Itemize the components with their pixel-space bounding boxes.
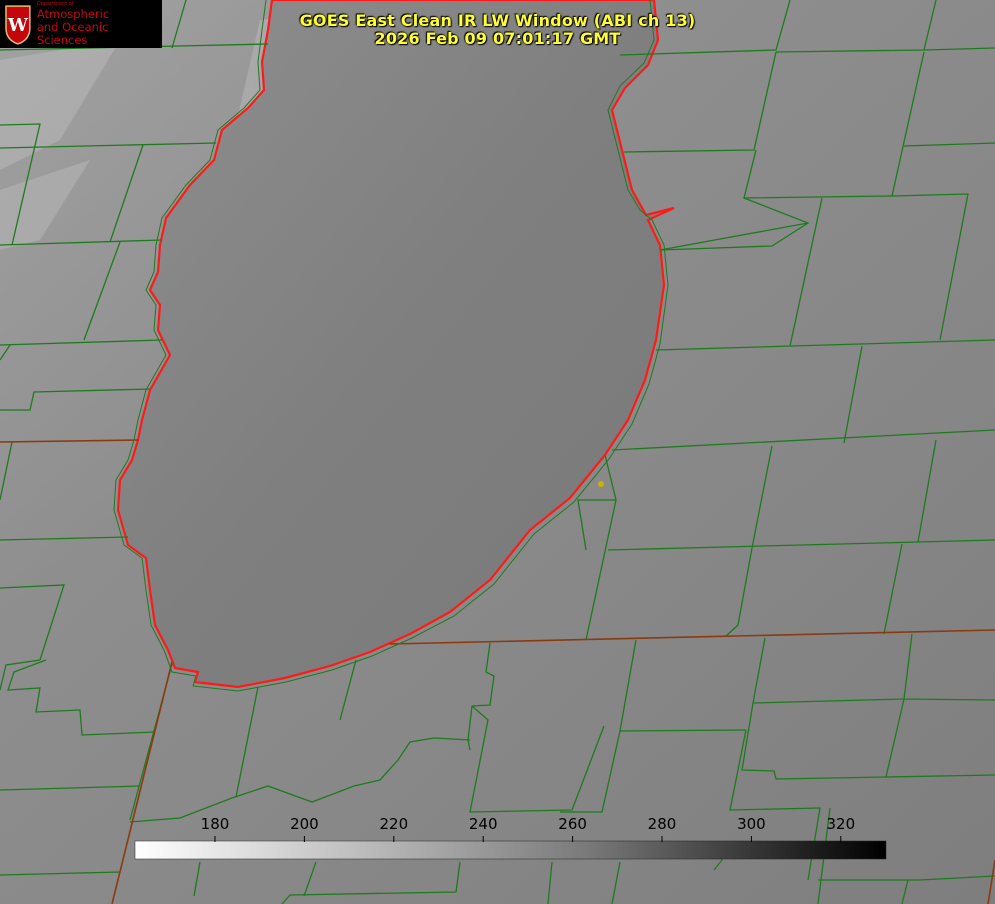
map-title: GOES East Clean IR LW Window (ABI ch 13) [299,11,696,30]
colorbar-tick-label: 320 [826,815,856,833]
city-marker [598,481,604,487]
colorbar-tick-label: 180 [200,815,230,833]
colorbar-tick-label: 300 [737,815,766,833]
colorbar-tick-label: 240 [468,815,498,833]
map-canvas [0,0,995,904]
colorbar [134,840,887,860]
colorbar-tick-label: 280 [647,815,677,833]
colorbar-tick-label: 260 [558,815,587,833]
map-timestamp: 2026 Feb 09 07:01:17 GMT [374,29,621,48]
colorbar-tick-label: 200 [290,815,319,833]
colorbar-tick-labels: 180 200 220 240 260 280 300 320 [0,815,995,835]
satellite-map: W Department of Atmospheric and Oceanic … [0,0,995,904]
colorbar-tick-label: 220 [379,815,409,833]
